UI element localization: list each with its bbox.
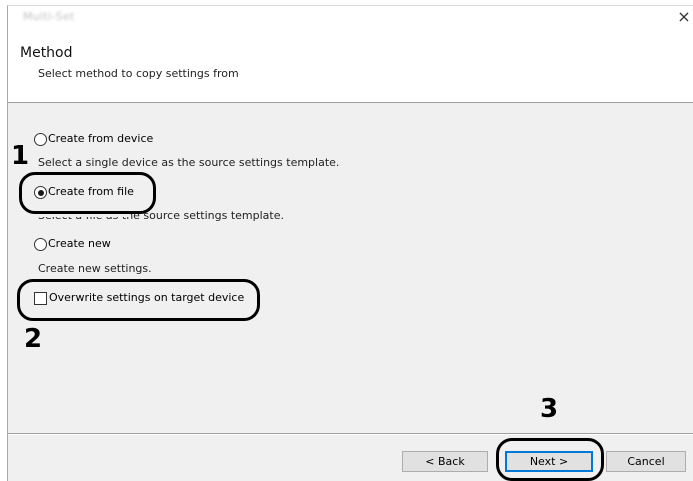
callout-highlight-next-button [496, 438, 604, 481]
window-title: Multi-Set [23, 10, 75, 23]
back-button[interactable]: < Back [402, 451, 488, 472]
step-number-1: 1 [11, 141, 30, 171]
radio-label-create-new[interactable]: Create new [48, 237, 111, 250]
step-number-2: 2 [24, 324, 43, 354]
callout-highlight-overwrite-checkbox [17, 279, 260, 321]
page-title: Method [20, 45, 73, 61]
radio-create-from-device[interactable] [34, 133, 47, 146]
cancel-button[interactable]: Cancel [606, 451, 686, 472]
step-number-3: 3 [540, 394, 559, 424]
page-subtitle: Select method to copy settings from [38, 67, 239, 80]
option-desc-create-from-device: Select a single device as the source set… [38, 156, 340, 169]
close-icon[interactable]: × [677, 9, 691, 25]
radio-create-new[interactable] [34, 238, 47, 251]
radio-label-create-from-device[interactable]: Create from device [48, 132, 153, 145]
option-desc-create-new: Create new settings. [38, 262, 152, 275]
callout-highlight-create-from-file [19, 172, 156, 214]
